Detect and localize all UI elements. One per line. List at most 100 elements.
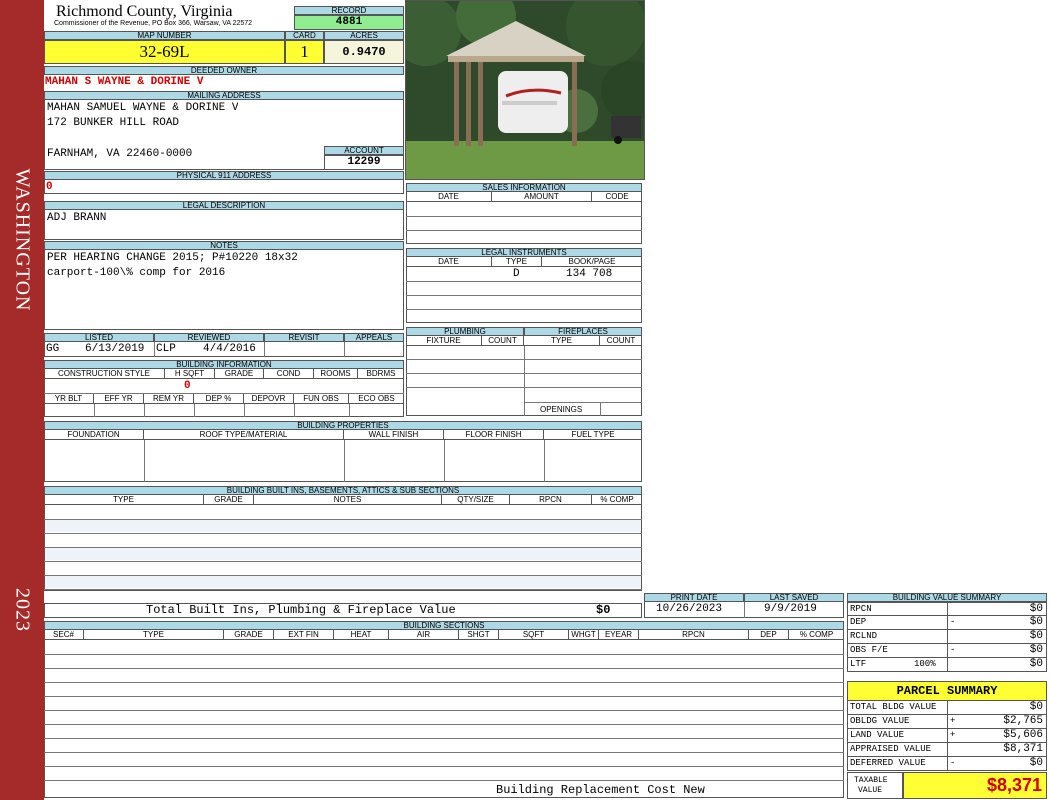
- fire-col-count: COUNT: [600, 336, 642, 346]
- inst-col-book: BOOK/PAGE: [542, 257, 642, 267]
- inst-row1-type: D: [513, 268, 520, 280]
- parcel-row-value: $0: [1029, 757, 1043, 769]
- parcel-row-sign: +: [950, 730, 956, 740]
- builtins-total-label: Total Built Ins, Plumbing & Fireplace Va…: [146, 604, 456, 617]
- bi2-col-comp: % COMP: [592, 495, 642, 505]
- taxable-label-box: TAXABLE VALUE: [847, 772, 903, 799]
- sec-col-rpcn: RPCN: [639, 630, 749, 640]
- account-label: ACCOUNT: [324, 146, 404, 155]
- bvs-row-obsfe: OBS F/E - $0: [847, 644, 1047, 658]
- mailing-line-2: 172 BUNKER HILL ROAD: [47, 117, 180, 129]
- sales-col-date: DATE: [406, 192, 492, 202]
- parcel-row-value: $0: [1029, 701, 1043, 713]
- prop-col-floor: FLOOR FINISH: [444, 430, 544, 440]
- bi-col-ecoobs: ECO OBS: [349, 394, 404, 404]
- listed-label: LISTED: [44, 333, 154, 342]
- record-value: 4881: [294, 15, 404, 30]
- bvs-row-name: LTF: [850, 659, 867, 669]
- mailing-line-3: FARNHAM, VA 22460-0000: [47, 148, 193, 160]
- listed-by: GG: [46, 343, 60, 355]
- prop-col-roof: ROOF TYPE/MATERIAL: [144, 430, 344, 440]
- sec-col-dep: DEP: [749, 630, 789, 640]
- reviewed-label: REVIEWED: [154, 333, 264, 342]
- bi-col-funobs: FUN OBS: [294, 394, 349, 404]
- bi2-col-type: TYPE: [44, 495, 204, 505]
- bvs-row-sign: -: [950, 645, 956, 655]
- prop-col-foundation: FOUNDATION: [44, 430, 144, 440]
- plumb-col-count: COUNT: [482, 336, 524, 346]
- bi-col-grade: GRADE: [215, 369, 264, 379]
- bi-col-cond: COND: [264, 369, 314, 379]
- bvs-row-value: $0: [1029, 603, 1043, 615]
- bvs-label: BUILDING VALUE SUMMARY: [847, 593, 1047, 602]
- sec-col-eyear: EYEAR: [599, 630, 639, 640]
- sec-col-heat: HEAT: [334, 630, 389, 640]
- builtins-label: BUILDING BUILT INS, BASEMENTS, ATTICS & …: [44, 486, 642, 495]
- property-photo: [405, 0, 645, 180]
- inst-row1-book: 134 708: [566, 268, 613, 280]
- bvs-row-value: $0: [1029, 644, 1043, 656]
- fireplaces-label: FIREPLACES: [524, 327, 642, 336]
- bi2-col-qty: QTY/SIZE: [442, 495, 510, 505]
- listed-date: 6/13/2019: [85, 343, 145, 355]
- bi-col-yrblt: YR BLT: [44, 394, 94, 404]
- parcel-row-deferred: DEFERRED VALUE - $0: [847, 757, 1047, 771]
- physical-address: 0: [46, 181, 53, 193]
- sec-col-extfin: EXT FIN: [274, 630, 334, 640]
- sales-col-amount: AMOUNT: [492, 192, 592, 202]
- parcel-row-value: $5,606: [1003, 729, 1043, 741]
- record-label: RECORD: [294, 6, 404, 15]
- notes-line-2: carport-100\% comp for 2016: [47, 267, 226, 279]
- parcel-row-sign: -: [950, 758, 956, 768]
- parcel-row-appraised: APPRAISED VALUE $8,371: [847, 743, 1047, 757]
- district-sidebar: WASHINGTON 2023: [0, 0, 44, 800]
- bi2-col-grade: GRADE: [204, 495, 254, 505]
- building-info-label: BUILDING INFORMATION: [44, 360, 404, 369]
- bvs-row-name: DEP: [850, 617, 867, 627]
- last-saved-date: 9/9/2019: [764, 603, 817, 615]
- parcel-summary-label: PARCEL SUMMARY: [847, 681, 1047, 701]
- legal-label: LEGAL DESCRIPTION: [44, 201, 404, 210]
- bvs-row-sign: 100%: [914, 659, 936, 669]
- bi-col-dep: DEP %: [194, 394, 244, 404]
- bi-col-bdrms: BDRMS: [358, 369, 404, 379]
- bi-col-hsqft: H SQFT: [165, 369, 215, 379]
- last-saved-label: LAST SAVED: [744, 593, 844, 602]
- owner-name: MAHAN S WAYNE & DORINE V: [45, 76, 204, 88]
- bvs-row-ltf: LTF 100% $0: [847, 658, 1047, 672]
- sec-col-grade: GRADE: [224, 630, 274, 640]
- parcel-row-land: LAND VALUE + $5,606: [847, 729, 1047, 743]
- openings-label: OPENINGS: [540, 405, 583, 414]
- sec-col-comp: % COMP: [789, 630, 844, 640]
- sec-col-sqft: SQFT: [499, 630, 569, 640]
- bvs-row-value: $0: [1029, 630, 1043, 642]
- parcel-row-total-bldg: TOTAL BLDG VALUE $0: [847, 701, 1047, 715]
- bi2-col-notes: NOTES: [254, 495, 442, 505]
- sec-col-type: TYPE: [84, 630, 224, 640]
- appeals-label: APPEALS: [344, 333, 404, 342]
- card-label: CARD: [285, 31, 324, 40]
- inst-col-type: TYPE: [492, 257, 542, 267]
- properties-label: BUILDING PROPERTIES: [44, 421, 642, 430]
- bvs-row-rpcn: RPCN $0: [847, 602, 1047, 616]
- district-name: WASHINGTON: [11, 168, 34, 312]
- acres-label: ACRES: [324, 31, 404, 40]
- county-title: Richmond County, Virginia: [56, 3, 233, 20]
- prop-col-fuel: FUEL TYPE: [544, 430, 642, 440]
- physical-box: [44, 180, 404, 194]
- parcel-row-name: OBLDG VALUE: [850, 716, 910, 726]
- sec-col-secno: SEC#: [44, 630, 84, 640]
- plumbing-label: PLUMBING: [406, 327, 524, 336]
- map-label: MAP NUMBER: [44, 31, 285, 40]
- mailing-label: MAILING ADDRESS: [44, 91, 404, 100]
- bvs-row-rclnd: RCLND $0: [847, 630, 1047, 644]
- sales-label: SALES INFORMATION: [406, 183, 642, 192]
- parcel-row-sign: +: [950, 716, 956, 726]
- bi-col-construction: CONSTRUCTION STYLE: [44, 369, 165, 379]
- owner-label: DEEDED OWNER: [44, 66, 404, 75]
- bvs-row-name: OBS F/E: [850, 645, 888, 655]
- mailing-line-1: MAHAN SAMUEL WAYNE & DORINE V: [47, 102, 239, 114]
- parcel-row-value: $8,371: [1003, 743, 1043, 755]
- bi-col-depovr: DEPOVR: [244, 394, 294, 404]
- bi-col-effyr: EFF YR: [94, 394, 144, 404]
